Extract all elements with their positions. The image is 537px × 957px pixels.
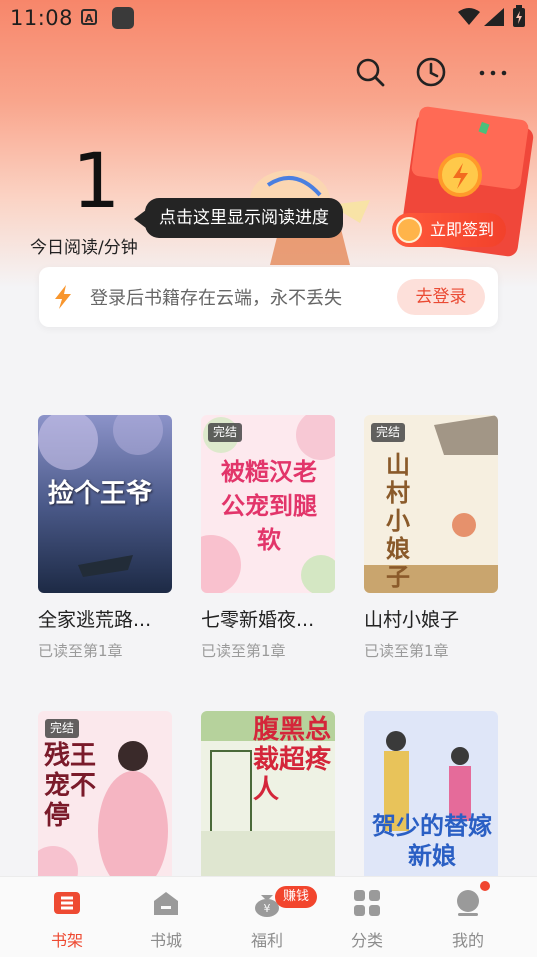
- coin-icon: [396, 217, 422, 243]
- book-cover[interactable]: 捡个王爷: [38, 415, 172, 593]
- status-badge: 完结: [371, 423, 406, 442]
- cover-title-art: 山村小娘子: [386, 451, 410, 591]
- book-cover[interactable]: 完结 山村小娘子: [364, 415, 498, 593]
- sign-in-label: 立即签到: [430, 220, 495, 239]
- book-item[interactable]: 捡个王爷 全家逃荒路... 已读至第1章: [38, 415, 172, 661]
- book-title: 山村小娘子: [364, 609, 460, 631]
- book-item[interactable]: 完结 山村小娘子 山村小娘子 已读至第1章: [364, 415, 498, 661]
- status-badge: 完结: [208, 423, 243, 442]
- book-cover[interactable]: 完结 被糙汉老公宠到腿软: [201, 415, 335, 593]
- book-item[interactable]: 完结 被糙汉老公宠到腿软 七零新婚夜... 已读至第1章: [201, 415, 335, 661]
- notification-dot: [480, 881, 490, 891]
- nav-item-bookstore[interactable]: 书城: [126, 877, 206, 957]
- status-badge: 完结: [45, 719, 80, 738]
- book-item[interactable]: 完结 残王宠不停: [38, 711, 172, 889]
- category-grid-icon: [354, 890, 380, 916]
- battery-icon: [513, 5, 525, 27]
- signal-icon: [484, 8, 504, 26]
- status-time: 11:08: [10, 6, 74, 30]
- nav-item-category[interactable]: 分类: [327, 877, 407, 957]
- book-cover[interactable]: 完结 残王宠不停: [38, 711, 172, 889]
- cover-title-art: 残王宠不停: [44, 741, 97, 831]
- cover-title-art: 贺少的替嫁新娘: [372, 812, 492, 870]
- cover-title-art: 捡个王爷: [48, 479, 153, 509]
- nav-label: 我的: [451, 931, 484, 950]
- book-cover[interactable]: 腹黑总裁超疼人: [201, 711, 335, 889]
- notification-a-icon: A: [81, 9, 97, 25]
- nav-label: 福利: [250, 931, 283, 950]
- login-banner[interactable]: 登录后书籍存在云端，永不丢失 去登录: [39, 267, 498, 327]
- status-bar: 11:08 A: [0, 0, 537, 36]
- bookshelf-icon: [54, 892, 80, 914]
- red-envelope-illustration: [250, 106, 534, 265]
- login-banner-text: 登录后书籍存在云端，永不丢失: [90, 288, 342, 309]
- more-icon[interactable]: [477, 56, 509, 88]
- notification-app-icon: [112, 7, 134, 29]
- book-progress: 已读至第1章: [364, 642, 449, 660]
- profile-icon: [457, 890, 479, 916]
- reading-minutes-label: 今日阅读/分钟: [30, 238, 138, 258]
- book-title: 七零新婚夜...: [201, 609, 315, 631]
- history-clock-icon[interactable]: [415, 56, 447, 88]
- book-cover[interactable]: 贺少的替嫁新娘: [364, 711, 498, 889]
- bookstore-icon: [154, 892, 178, 915]
- bottom-nav: 书架 书城 ¥ 福利 分类 我的: [0, 876, 537, 957]
- book-item[interactable]: 腹黑总裁超疼人: [201, 711, 335, 889]
- nav-item-bookshelf[interactable]: 书架: [27, 877, 107, 957]
- sign-in-button[interactable]: 立即签到: [392, 213, 506, 247]
- book-item[interactable]: 贺少的替嫁新娘: [364, 711, 498, 889]
- reading-progress-tooltip[interactable]: 点击这里显示阅读进度: [145, 198, 343, 238]
- reading-minutes[interactable]: 1: [72, 138, 120, 224]
- nav-label: 分类: [350, 931, 383, 950]
- earn-badge: 赚钱: [275, 886, 318, 908]
- wifi-icon: [458, 8, 480, 25]
- cover-title-art: 被糙汉老公宠到腿软: [221, 458, 317, 554]
- cover-title-art: 腹黑总裁超疼人: [253, 715, 332, 805]
- svg-text:¥: ¥: [264, 902, 271, 915]
- login-button[interactable]: 去登录: [397, 279, 485, 315]
- book-progress: 已读至第1章: [38, 642, 123, 660]
- nav-label: 书城: [149, 931, 182, 950]
- nav-item-profile[interactable]: 我的: [428, 877, 508, 957]
- search-icon[interactable]: [354, 56, 386, 88]
- book-progress: 已读至第1章: [201, 642, 286, 660]
- book-title: 全家逃荒路...: [38, 609, 152, 631]
- nav-label: 书架: [50, 931, 83, 950]
- lightning-icon: [55, 285, 71, 309]
